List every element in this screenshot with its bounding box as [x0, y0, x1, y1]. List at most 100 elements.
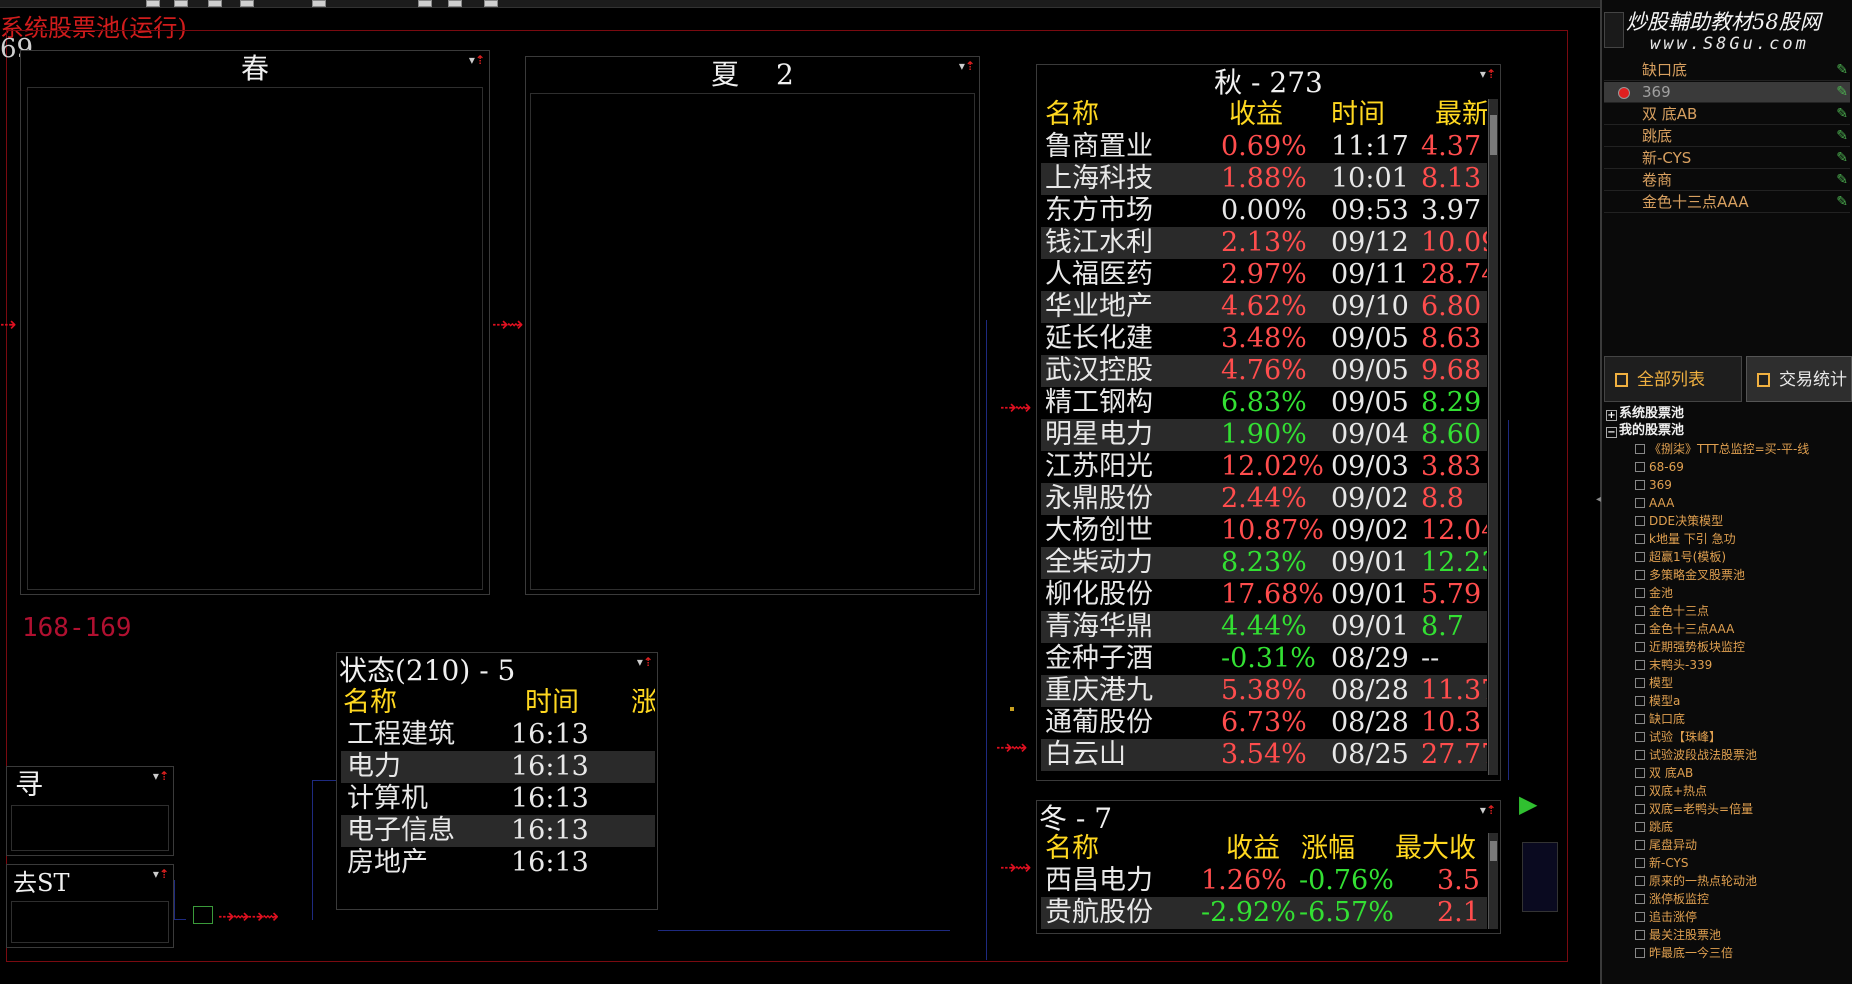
flow-connector-icon[interactable]: ⇢⇝ — [492, 312, 523, 336]
tree-item[interactable]: 金色十三点 — [1635, 602, 1709, 620]
tree-item[interactable]: 模型 — [1635, 674, 1673, 692]
panel-controls[interactable]: ▾⇡ — [153, 867, 169, 881]
tree-item[interactable]: 近期强势板块监控 — [1635, 638, 1745, 656]
table-row[interactable]: 延长化建 3.48% 09/05 8.63 — [1041, 323, 1487, 355]
table-row[interactable]: 精工钢构 6.83% 09/05 8.29 — [1041, 387, 1487, 419]
tree-item[interactable]: 双底=老鸭头=倍量 — [1635, 800, 1753, 818]
flow-connector-icon[interactable]: ⇢⇝ — [996, 735, 1027, 759]
sidebar-grip-icon[interactable] — [1604, 12, 1624, 48]
table-row[interactable]: 房地产 16:13 — [341, 847, 655, 879]
checkbox[interactable] — [1635, 444, 1645, 454]
tree-item[interactable]: 试验【珠峰】 — [1635, 728, 1721, 746]
tree-item[interactable]: 试验波段战法股票池 — [1635, 746, 1757, 764]
checkbox[interactable] — [1635, 876, 1645, 886]
collapse-icon[interactable]: − — [1606, 427, 1617, 438]
edit-icon[interactable]: ✎ — [1836, 126, 1848, 147]
table-row[interactable]: 东方市场 0.00% 09:53 3.97 — [1041, 195, 1487, 227]
toolbar-button[interactable] — [312, 0, 326, 7]
table-row[interactable]: 永鼎股份 2.44% 09/02 8.8 — [1041, 483, 1487, 515]
table-row[interactable]: 通葡股份 6.73% 08/28 10.3 — [1041, 707, 1487, 739]
checkbox[interactable] — [1635, 912, 1645, 922]
table-row[interactable]: 武汉控股 4.76% 09/05 9.68 — [1041, 355, 1487, 387]
play-icon[interactable]: ▶ — [1519, 790, 1537, 818]
table-row[interactable]: 贵航股份 -2.92% -6.57% 2.1 — [1041, 897, 1487, 929]
tree-item[interactable]: 尾盘异动 — [1635, 836, 1697, 854]
panel-autumn[interactable]: 秋 - 273 ▾⇡ 名称 收益 时间 最新 鲁商置业 0.69% 11:17 4.3… — [1036, 64, 1501, 781]
table-row[interactable]: 白云山 3.54% 08/25 27.77 — [1041, 739, 1487, 771]
column-header[interactable]: 涨 — [631, 687, 655, 719]
table-row[interactable]: 人福医药 2.97% 09/11 28.74 — [1041, 259, 1487, 291]
splitter-arrow-icon[interactable]: ◂ — [1596, 494, 1601, 505]
checkbox[interactable] — [1635, 732, 1645, 742]
table-row[interactable]: 金种子酒 -0.31% 08/29 -- — [1041, 643, 1487, 675]
flow-connector-icon[interactable]: ⇢⇝⇢⇝ — [218, 904, 279, 928]
table-row[interactable]: 重庆港九 5.38% 08/28 11.37 — [1041, 675, 1487, 707]
flow-connector-icon[interactable]: ⇢⇝ — [1000, 395, 1031, 419]
tree-item[interactable]: k地量 下引 急功 — [1635, 530, 1736, 548]
checkbox[interactable] — [1635, 534, 1645, 544]
column-header[interactable]: 收益 — [1226, 833, 1280, 865]
edit-icon[interactable]: ✎ — [1836, 82, 1848, 103]
winter-scrollbar[interactable] — [1488, 833, 1498, 929]
tab-trade-stats[interactable]: 交易统计 — [1746, 356, 1852, 402]
checkbox[interactable] — [1635, 678, 1645, 688]
table-row[interactable]: 大杨创世 10.87%09/02 12.04 — [1041, 515, 1487, 547]
strategy-item[interactable]: 新-CYS ✎ — [1604, 148, 1850, 169]
edit-icon[interactable]: ✎ — [1836, 60, 1848, 81]
checkbox[interactable] — [1635, 642, 1645, 652]
checkbox[interactable] — [1635, 570, 1645, 580]
toolbar-button[interactable] — [240, 0, 254, 7]
table-row[interactable]: 江苏阳光 12.02% 09/03 3.83 — [1041, 451, 1487, 483]
checkbox[interactable] — [1635, 606, 1645, 616]
tree-item[interactable]: 新-CYS — [1635, 854, 1688, 872]
checkbox[interactable] — [1635, 930, 1645, 940]
tree-item[interactable]: 最关注股票池 — [1635, 926, 1721, 944]
expand-icon[interactable]: + — [1606, 410, 1617, 421]
checkbox[interactable] — [1635, 624, 1645, 634]
table-row[interactable]: 全柴动力 8.23% 09/01 12.23 — [1041, 547, 1487, 579]
checkbox[interactable] — [1635, 858, 1645, 868]
column-header[interactable]: 名称 — [1045, 833, 1099, 865]
checkbox[interactable] — [1635, 498, 1645, 508]
strategy-item[interactable]: 卷商 ✎ — [1604, 170, 1850, 191]
column-header[interactable]: 最大收 — [1395, 833, 1476, 865]
checkbox[interactable] — [1635, 786, 1645, 796]
table-row[interactable]: 电子信息 16:13 — [341, 815, 655, 847]
strategy-item[interactable]: 缺口底 ✎ — [1604, 60, 1850, 81]
panel-winter[interactable]: 冬 - 7 ▾⇡ 名称 收益 涨幅 最大收 西昌电力 1.26% -0.76% 3.5… — [1036, 800, 1501, 934]
tree-item[interactable]: 末鸭头-339 — [1635, 656, 1712, 674]
column-header[interactable]: 涨幅 — [1301, 833, 1355, 865]
toolbar-button[interactable] — [418, 0, 432, 7]
tree-node-my-pool[interactable]: − 我的股票池 — [1606, 422, 1684, 439]
strategy-item[interactable]: 369 ✎ — [1604, 82, 1850, 103]
checkbox[interactable] — [1635, 714, 1645, 724]
tree-item[interactable]: 多策略金叉股票池 — [1635, 566, 1745, 584]
panel-remove-st-list[interactable] — [11, 901, 169, 943]
checkbox[interactable] — [1635, 516, 1645, 526]
column-header[interactable]: 名称 — [1045, 99, 1099, 131]
checkbox[interactable] — [1635, 768, 1645, 778]
checkbox[interactable] — [1635, 948, 1645, 958]
panel-controls[interactable]: ▾⇡ — [1480, 67, 1496, 81]
tree-item[interactable]: 原来的一热点轮动池 — [1635, 872, 1757, 890]
tree-item[interactable]: 金色十三点AAA — [1635, 620, 1734, 638]
panel-controls[interactable]: ▾⇡ — [1480, 803, 1496, 817]
checkbox[interactable] — [1635, 552, 1645, 562]
toolbar-button[interactable] — [484, 0, 498, 7]
table-row[interactable]: 钱江水利 2.13% 09/12 10.09 — [1041, 227, 1487, 259]
strategy-item[interactable]: 跳底 ✎ — [1604, 126, 1850, 147]
panel-controls[interactable]: ▾⇡ — [469, 53, 485, 67]
autumn-scrollbar[interactable] — [1488, 99, 1498, 775]
column-header[interactable]: 收益 — [1229, 99, 1283, 131]
toolbar-button[interactable] — [208, 0, 222, 7]
checkbox[interactable] — [1635, 840, 1645, 850]
tree-item[interactable]: 《捌柒》TTT总监控=买-平-线 — [1635, 440, 1809, 458]
table-row[interactable]: 计算机 16:13 — [341, 783, 655, 815]
edit-icon[interactable]: ✎ — [1836, 148, 1848, 169]
tree-item[interactable]: DDE决策模型 — [1635, 512, 1723, 530]
checkbox[interactable] — [1635, 462, 1645, 472]
tree-item[interactable]: 模型a — [1635, 692, 1680, 710]
table-row[interactable]: 华业地产 4.62% 09/10 6.80 — [1041, 291, 1487, 323]
tree-item[interactable]: 跳底 — [1635, 818, 1673, 836]
checkbox[interactable] — [1635, 804, 1645, 814]
